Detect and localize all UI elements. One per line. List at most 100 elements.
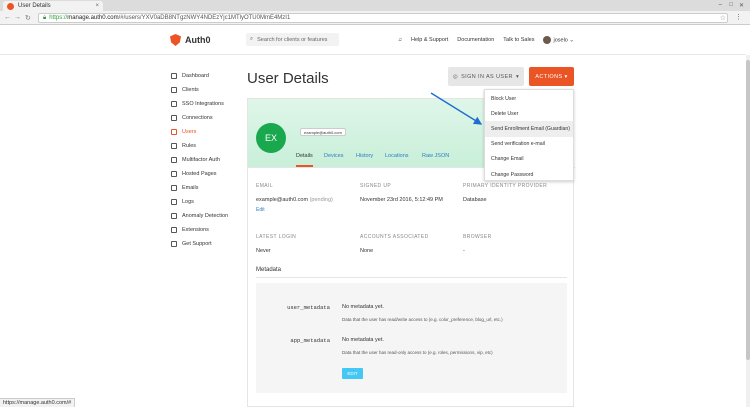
auth0-favicon-icon [7, 2, 14, 10]
search-input[interactable]: ⌕ Search for clients or features [246, 33, 339, 46]
tab-history[interactable]: History [356, 153, 373, 159]
browser-status-bar: https://manage.auth0.com/# [0, 398, 76, 407]
caret-down-icon: ▾ [564, 73, 568, 80]
sidebar-item-label: Get Support [182, 241, 212, 247]
sidebar-item-users[interactable]: Users [171, 125, 241, 139]
browser-tab-title: User Details [18, 3, 51, 9]
browser-tabstrip: User Details × – □ ✕ [0, 0, 750, 11]
connections-icon [171, 115, 177, 121]
email-address: example@auth0.com [256, 197, 309, 203]
sidebar-item-clients[interactable]: Clients [171, 83, 241, 97]
search-placeholder: Search for clients or features [257, 36, 328, 43]
sidebar-item-label: Emails [182, 185, 199, 191]
emails-icon [171, 185, 177, 191]
browser-label: BROWSER [463, 234, 492, 240]
auth0-logo[interactable]: Auth0 [170, 34, 211, 46]
sidebar-item-multifactor-auth[interactable]: Multifactor Auth [171, 153, 241, 167]
sidebar-item-hosted-pages[interactable]: Hosted Pages [171, 167, 241, 181]
auth0-shield-icon [170, 34, 181, 46]
sidebar-item-emails[interactable]: Emails [171, 181, 241, 195]
sidebar-item-sso-integrations[interactable]: SSO Integrations [171, 97, 241, 111]
url-path: /#/users/YXV0aDB8NTgzNWY4NDEzYjc1MTlyOTU… [118, 15, 291, 21]
caret-down-icon: ▾ [515, 73, 520, 80]
search-icon: ⌕ [250, 36, 254, 42]
app-metadata-help: Data that the user has read-only access … [342, 350, 493, 355]
actions-label: ACTIONS [535, 73, 563, 80]
forward-icon[interactable]: → [14, 14, 21, 21]
hosted-pages-icon [171, 171, 177, 177]
sidebar-item-dashboard[interactable]: Dashboard [171, 69, 241, 83]
chevron-down-icon: ⌄ [569, 37, 574, 44]
annotation-arrow-icon [430, 92, 483, 125]
menu-item-send-verification-email[interactable]: Send verification e-mail [485, 137, 573, 152]
clients-icon [171, 87, 177, 93]
accounts-associated-label: ACCOUNTS ASSOCIATED [360, 234, 429, 240]
sidebar-item-label: Dashboard [182, 73, 209, 79]
menu-item-block-user[interactable]: Block User [485, 91, 573, 106]
app-header: Auth0 ⌕ Search for clients or features ♫… [0, 25, 746, 55]
sign-in-label: SIGN IN AS USER [461, 73, 513, 80]
avatar [543, 36, 552, 44]
header-links: ♫ Help & Support Documentation Talk to S… [398, 36, 574, 44]
actions-button[interactable]: ACTIONS ▾ [529, 67, 574, 86]
menu-item-send-enrollment-email[interactable]: Send Enrollment Email (Guardian) [485, 121, 573, 137]
sign-in-as-user-button[interactable]: ◎ SIGN IN AS USER ▾ [448, 67, 524, 86]
address-bar: ← → ↻ 🔒︎ https://manage.auth0.com/#/user… [0, 11, 750, 25]
sidebar-item-anomaly-detection[interactable]: Anomaly Detection [171, 209, 241, 223]
bookmark-star-icon[interactable]: ☆ [720, 14, 726, 22]
dashboard-icon [171, 73, 177, 79]
talk-to-sales-link[interactable]: Talk to Sales [503, 37, 534, 43]
user-menu[interactable]: joselo ⌄ [543, 36, 574, 44]
sidebar-item-rules[interactable]: Rules [171, 139, 241, 153]
sidebar-item-label: Extensions [182, 227, 209, 233]
menu-item-change-email[interactable]: Change Email [485, 152, 573, 167]
maximize-icon[interactable]: □ [729, 2, 733, 8]
reload-icon[interactable]: ↻ [25, 14, 31, 22]
user-metadata-help: Data that the user has read/write access… [342, 317, 503, 322]
metadata-divider [256, 277, 567, 278]
brand-name: Auth0 [185, 35, 211, 45]
email-value: example@auth0.com (pending) [256, 197, 333, 203]
back-icon[interactable]: ← [4, 14, 11, 21]
page-title: User Details [247, 70, 329, 87]
browser-tab[interactable]: User Details × [3, 1, 103, 11]
sidebar-item-connections[interactable]: Connections [171, 111, 241, 125]
secure-lock-icon: 🔒︎ [43, 14, 47, 21]
latest-login-label: LATEST LOGIN [256, 234, 297, 240]
page-scrollbar-thumb[interactable] [746, 60, 750, 360]
tab-close-icon[interactable]: × [95, 3, 99, 9]
logs-icon [171, 199, 177, 205]
menu-item-change-password[interactable]: Change Password [485, 167, 573, 182]
help-support-link[interactable]: Help & Support [411, 37, 448, 43]
sidebar-item-label: Anomaly Detection [182, 213, 229, 219]
accounts-associated-value: None [360, 248, 374, 254]
window-close-icon[interactable]: ✕ [739, 2, 744, 9]
documentation-link[interactable]: Documentation [457, 37, 494, 43]
metadata-section-title: Metadata [256, 267, 282, 273]
notifications-bell-icon[interactable]: ♫ [398, 37, 402, 43]
sidebar-item-extensions[interactable]: Extensions [171, 223, 241, 237]
metadata-panel: user_metadata No metadata yet. Data that… [256, 283, 567, 393]
tab-details[interactable]: Details [296, 153, 313, 167]
app-metadata-key: app_metadata [290, 337, 330, 344]
email-label: EMAIL [256, 183, 274, 189]
email-edit-link[interactable]: Edit [256, 207, 265, 213]
sidebar-item-logs[interactable]: Logs [171, 195, 241, 209]
url-input[interactable]: 🔒︎ https://manage.auth0.com/#/users/YXV0… [38, 13, 728, 23]
email-chip: example@auth0.com [300, 128, 346, 136]
sidebar-item-get-support[interactable]: Get Support [171, 237, 241, 251]
multifactor-icon [171, 157, 177, 163]
profile-avatar: EX [256, 123, 286, 153]
minimize-icon[interactable]: – [719, 2, 722, 8]
identity-provider-value: Database [463, 197, 487, 203]
sidebar-item-label: Multifactor Auth [182, 157, 220, 163]
tab-locations[interactable]: Locations [385, 153, 409, 159]
tab-raw-json[interactable]: Raw JSON [422, 153, 449, 159]
sidebar-item-label: Logs [182, 199, 194, 205]
user-metadata-key: user_metadata [287, 304, 330, 311]
identity-provider-label: PRIMARY IDENTITY PROVIDER [463, 183, 548, 189]
tab-devices[interactable]: Devices [324, 153, 344, 159]
menu-item-delete-user[interactable]: Delete User [485, 106, 573, 121]
browser-menu-icon[interactable]: ⋮ [735, 13, 742, 21]
edit-metadata-button[interactable]: EDIT [342, 368, 363, 379]
